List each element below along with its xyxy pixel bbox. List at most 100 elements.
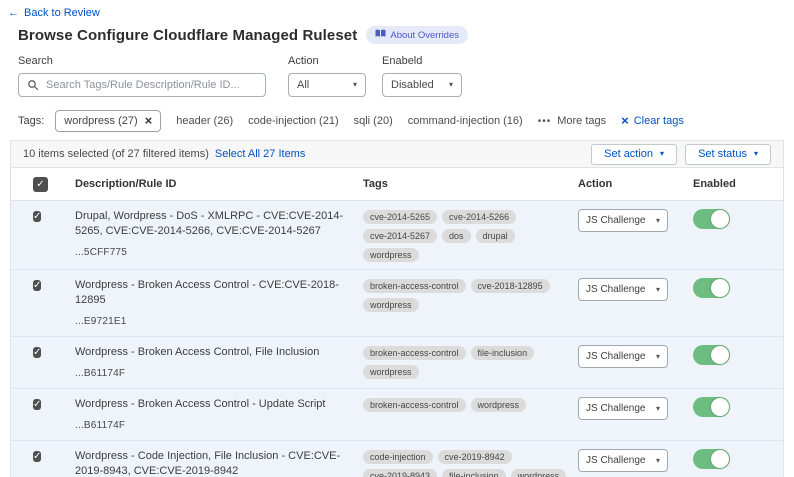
rule-enabled-toggle[interactable]: [693, 449, 730, 469]
rule-action-select[interactable]: JS Challenge ▾: [578, 209, 668, 232]
rule-id: ...5CFF775: [75, 245, 353, 260]
search-input[interactable]: [46, 79, 257, 91]
clear-tags-icon: ×: [621, 116, 629, 125]
action-filter-select[interactable]: All ▾: [288, 73, 366, 97]
tags-bar-label: Tags:: [18, 115, 44, 127]
clear-tags-button[interactable]: × Clear tags: [621, 115, 684, 127]
select-all-checkbox[interactable]: ✓: [33, 177, 48, 192]
tag-pill: dos: [442, 229, 471, 243]
toggle-knob: [711, 346, 729, 364]
rule-tags-cell: broken-access-control wordpress: [363, 398, 578, 412]
tag-filter[interactable]: code-injection (21): [248, 115, 339, 127]
rule-action-select[interactable]: JS Challenge▾: [578, 278, 668, 301]
rule-id: ...E9721E1: [75, 314, 353, 329]
action-filter: Action All ▾: [288, 55, 366, 97]
rule-description: Wordpress - Broken Access Control - Upda…: [75, 397, 353, 412]
tag-pill: cve-2019-8942: [438, 450, 512, 464]
toggle-knob: [711, 398, 729, 416]
more-tags-button[interactable]: ••• More tags: [538, 115, 606, 127]
rule-action-select[interactable]: JS Challenge ▾: [578, 397, 668, 420]
rule-description-cell: Drupal, Wordpress - DoS - XMLRPC - CVE:C…: [75, 209, 363, 260]
column-header-action: Action: [578, 178, 693, 190]
rule-action-select[interactable]: JS Challenge ▾: [578, 449, 668, 472]
rule-action-value: JS Challenge: [586, 215, 645, 226]
selected-tag-chip[interactable]: wordpress (27) ×: [55, 110, 161, 132]
tag-pill: broken-access-control: [363, 398, 466, 412]
column-header-enabled: Enabled: [693, 178, 783, 190]
table-body: ✓ Drupal, Wordpress - DoS - XMLRPC - CVE…: [11, 201, 783, 477]
enabled-filter-value: Disabled: [391, 79, 434, 91]
search-box[interactable]: [18, 73, 266, 97]
tag-pill: file-inclusion: [471, 346, 535, 360]
rule-enabled-toggle[interactable]: [693, 209, 730, 229]
tag-filter[interactable]: command-injection (16): [408, 115, 523, 127]
ellipsis-icon: •••: [538, 116, 552, 127]
toggle-knob: [711, 279, 729, 297]
about-overrides-badge[interactable]: About Overrides: [366, 26, 468, 44]
tag-pill: broken-access-control: [363, 279, 466, 293]
set-status-button[interactable]: Set status ▾: [685, 144, 771, 165]
enabled-filter-select[interactable]: Disabled ▾: [382, 73, 462, 97]
column-header-description: Description/Rule ID: [75, 178, 363, 190]
set-status-label: Set status: [698, 148, 747, 160]
rule-action-value: JS Challenge: [586, 455, 645, 466]
select-all-link[interactable]: Select All 27 Items: [215, 148, 306, 160]
tag-filter-list: header (26) code-injection (21) sqli (20) c…: [176, 115, 522, 127]
selection-bar: 10 items selected (of 27 filtered items)…: [11, 141, 783, 168]
rule-action-select[interactable]: JS Challenge ▾: [578, 345, 668, 368]
tag-pill: drupal: [476, 229, 515, 243]
rule-action-value: JS Challenge: [586, 284, 645, 295]
more-tags-label: More tags: [557, 115, 606, 127]
set-action-button[interactable]: Set action ▾: [591, 144, 677, 165]
rule-enabled-toggle[interactable]: [693, 397, 730, 417]
table-row: ✓ Wordpress - Broken Access Control, Fil…: [11, 337, 783, 389]
rule-description-cell: Wordpress - Broken Access Control - CVE:…: [75, 278, 363, 329]
rule-description-cell: Wordpress - Broken Access Control - Upda…: [75, 397, 363, 433]
back-to-review-link[interactable]: ← Back to Review: [8, 7, 100, 19]
caret-down-icon: ▾: [656, 353, 660, 361]
rule-action-value: JS Challenge: [586, 351, 645, 362]
row-checkbox[interactable]: ✓: [33, 280, 41, 291]
tag-pill: cve-2014-5266: [442, 210, 516, 224]
rule-id: ...B61174F: [75, 366, 353, 381]
row-checkbox[interactable]: ✓: [33, 211, 41, 222]
column-header-tags: Tags: [363, 178, 578, 190]
rule-action-value: JS Challenge: [586, 403, 645, 414]
about-badge-label: About Overrides: [390, 30, 459, 41]
caret-down-icon: ▾: [656, 405, 660, 413]
page-header: Browse Configure Cloudflare Managed Rule…: [18, 26, 468, 44]
row-checkbox[interactable]: ✓: [33, 399, 41, 410]
tag-pill: wordpress: [363, 365, 419, 379]
selection-count-text: 10 items selected (of 27 filtered items): [23, 148, 209, 160]
rule-description: Wordpress - Code Injection, File Inclusi…: [75, 449, 353, 477]
back-link-label: Back to Review: [24, 7, 100, 19]
table-row: ✓ Wordpress - Broken Access Control - Up…: [11, 389, 783, 441]
enabled-filter-label: Enabeld: [382, 55, 462, 67]
tag-pill: wordpress: [511, 469, 567, 477]
rule-enabled-toggle[interactable]: [693, 278, 730, 298]
toggle-knob: [711, 210, 729, 228]
tag-filter[interactable]: sqli (20): [354, 115, 393, 127]
tag-pill: wordpress: [471, 398, 527, 412]
rule-description-cell: Wordpress - Broken Access Control, File …: [75, 345, 363, 381]
rule-enabled-toggle[interactable]: [693, 345, 730, 365]
remove-tag-icon[interactable]: ×: [145, 116, 153, 125]
row-checkbox[interactable]: ✓: [33, 347, 41, 358]
rule-id: ...B61174F: [75, 418, 353, 433]
search-filter: Search: [18, 55, 266, 97]
tag-pill: broken-access-control: [363, 346, 466, 360]
rule-description-cell: Wordpress - Code Injection, File Inclusi…: [75, 449, 363, 477]
tags-bar: Tags: wordpress (27) × header (26) code-i…: [18, 110, 684, 132]
tag-filter[interactable]: header (26): [176, 115, 233, 127]
set-action-label: Set action: [604, 148, 653, 160]
caret-down-icon: ▾: [353, 81, 357, 89]
caret-down-icon: ▾: [656, 217, 660, 225]
row-checkbox[interactable]: ✓: [33, 451, 41, 462]
tag-pill: wordpress: [363, 298, 419, 312]
toggle-knob: [711, 450, 729, 468]
bulk-action-buttons: Set action ▾ Set status ▾: [591, 144, 771, 165]
tag-pill: cve-2014-5267: [363, 229, 437, 243]
caret-down-icon: ▾: [656, 457, 660, 465]
enabled-filter: Enabeld Disabled ▾: [382, 55, 462, 97]
tag-pill: code-injection: [363, 450, 433, 464]
